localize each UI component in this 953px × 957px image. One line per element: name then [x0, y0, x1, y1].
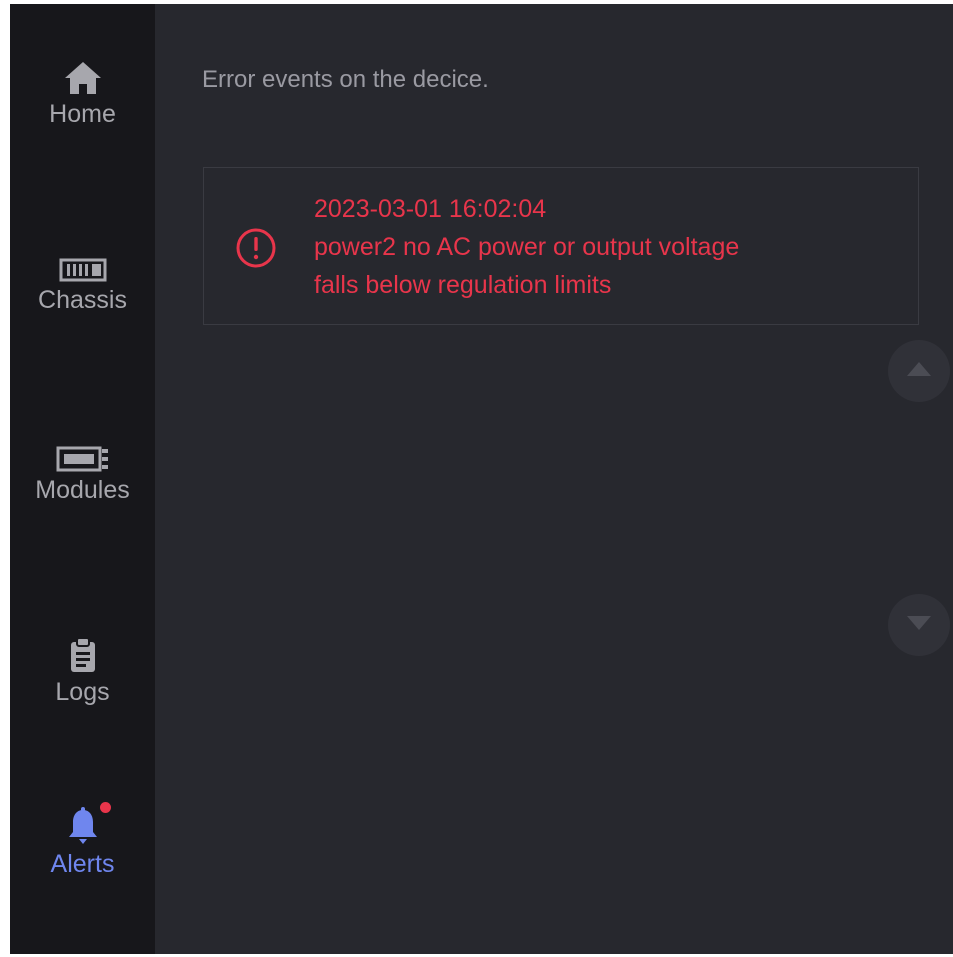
- notification-dot: [99, 802, 111, 813]
- main-content: Error events on the decice. 2023-03-01 1…: [155, 4, 953, 954]
- sidebar: Home Chassis Modules Logs Alerts: [10, 4, 155, 954]
- clipboard-icon: [69, 634, 97, 674]
- sidebar-item-label: Chassis: [38, 286, 127, 314]
- sidebar-item-label: Home: [49, 100, 116, 128]
- event-message-line: power2 no AC power or output voltage: [314, 233, 740, 261]
- event-text: 2023-03-01 16:02:04 power2 no AC power o…: [314, 190, 898, 304]
- sidebar-item-home[interactable]: Home: [10, 56, 155, 129]
- triangle-down-icon: [906, 615, 932, 636]
- event-card: 2023-03-01 16:02:04 power2 no AC power o…: [203, 167, 919, 325]
- event-message-line: falls below regulation limits: [314, 271, 612, 299]
- sidebar-item-label: Modules: [35, 476, 130, 504]
- sidebar-item-label: Logs: [55, 678, 110, 706]
- sidebar-item-alerts[interactable]: Alerts: [10, 802, 155, 879]
- sidebar-item-logs[interactable]: Logs: [10, 634, 155, 707]
- sidebar-item-modules[interactable]: Modules: [10, 432, 155, 505]
- triangle-up-icon: [906, 361, 932, 382]
- sidebar-item-chassis[interactable]: Chassis: [10, 242, 155, 315]
- event-timestamp: 2023-03-01 16:02:04: [314, 195, 547, 223]
- page-subtitle: Error events on the decice.: [202, 66, 489, 93]
- app-window: Home Chassis Modules Logs Alerts Error e…: [10, 4, 953, 954]
- sidebar-item-label: Alerts: [50, 850, 115, 878]
- module-icon: [56, 432, 110, 472]
- bell-icon: [67, 802, 111, 846]
- scroll-up-button[interactable]: [888, 340, 950, 402]
- scroll-down-button[interactable]: [888, 594, 950, 656]
- chassis-icon: [59, 242, 107, 282]
- home-icon: [63, 56, 103, 96]
- error-circle-icon: [235, 227, 277, 274]
